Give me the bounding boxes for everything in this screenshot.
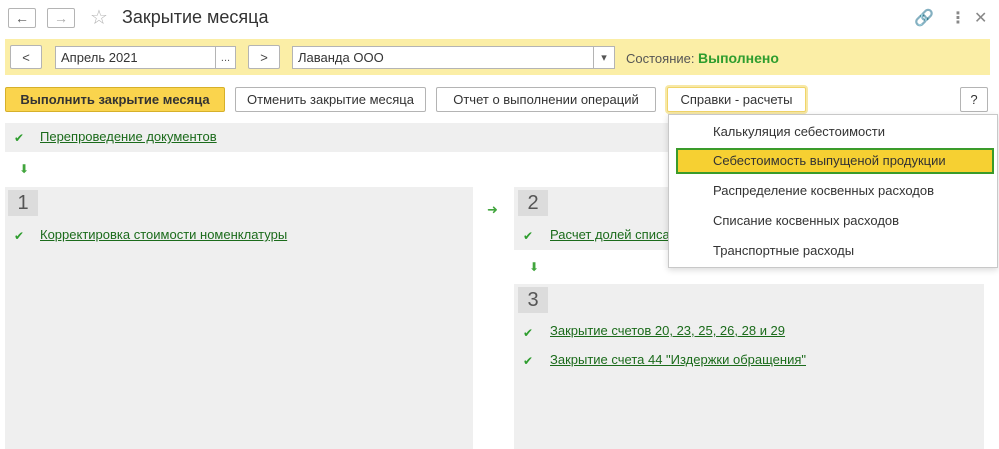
check-icon: ✔ — [14, 131, 25, 145]
close-icon[interactable]: ✕ — [974, 8, 987, 28]
dropdown-item[interactable]: Распределение косвенных расходов — [713, 183, 934, 198]
check-icon: ✔ — [14, 229, 25, 243]
forward-button[interactable]: → — [47, 8, 75, 28]
organization-field[interactable]: Лаванда ООО — [292, 46, 594, 69]
close-accounts-20-29-link[interactable]: Закрытие счетов 20, 23, 25, 26, 28 и 29 — [550, 323, 785, 338]
check-icon: ✔ — [523, 326, 534, 340]
arrow-down-icon: ⬇ — [529, 260, 540, 274]
star-icon[interactable]: ☆ — [90, 5, 108, 30]
dropdown-item[interactable]: Транспортные расходы — [713, 243, 854, 258]
more-vertical-icon[interactable]: ⋮ — [950, 8, 966, 28]
operations-report-button[interactable]: Отчет о выполнении операций — [436, 87, 656, 112]
references-dropdown: Калькуляция себестоимости Себестоимость … — [668, 114, 998, 268]
run-closing-button[interactable]: Выполнить закрытие месяца — [5, 87, 225, 112]
arrow-down-icon: ⬇ — [19, 162, 30, 176]
period-field[interactable]: Апрель 2021 — [55, 46, 216, 69]
page-title: Закрытие месяца — [122, 7, 269, 27]
help-button[interactable]: ? — [960, 87, 988, 112]
redo-documents-link[interactable]: Перепроведение документов — [40, 129, 217, 144]
arrow-right-icon: → — [54, 10, 68, 26]
dropdown-item[interactable]: Калькуляция себестоимости — [713, 124, 885, 139]
dropdown-item[interactable]: Списание косвенных расходов — [713, 213, 899, 228]
cancel-closing-button[interactable]: Отменить закрытие месяца — [235, 87, 426, 112]
shares-calculation-link[interactable]: Расчет долей списа — [550, 227, 670, 242]
next-period-button[interactable]: > — [248, 45, 280, 69]
status-value: Выполнено — [698, 50, 779, 66]
arrow-left-icon: ← — [15, 10, 29, 26]
prev-period-button[interactable]: < — [10, 45, 42, 69]
dropdown-item-selected[interactable]: Себестоимость выпущеной продукции — [676, 148, 994, 174]
check-icon: ✔ — [523, 354, 534, 368]
organization-dropdown-button[interactable]: ▾ — [594, 46, 615, 69]
status-label: Состояние: — [626, 51, 695, 66]
link-icon[interactable]: 🔗 — [914, 8, 934, 28]
check-icon: ✔ — [523, 229, 534, 243]
caret-down-icon: ▾ — [601, 52, 607, 64]
step1-number: 1 — [8, 190, 38, 216]
period-select-button[interactable]: ... — [216, 46, 236, 69]
step3-number: 3 — [518, 287, 548, 313]
step2-number: 2 — [518, 190, 548, 216]
references-button[interactable]: Справки - расчеты — [667, 87, 806, 112]
arrow-right-icon: ➜ — [487, 202, 498, 217]
close-account-44-link[interactable]: Закрытие счета 44 "Издержки обращения" — [550, 352, 806, 367]
cost-adjustment-link[interactable]: Корректировка стоимости номенклатуры — [40, 227, 287, 242]
back-button[interactable]: ← — [8, 8, 36, 28]
